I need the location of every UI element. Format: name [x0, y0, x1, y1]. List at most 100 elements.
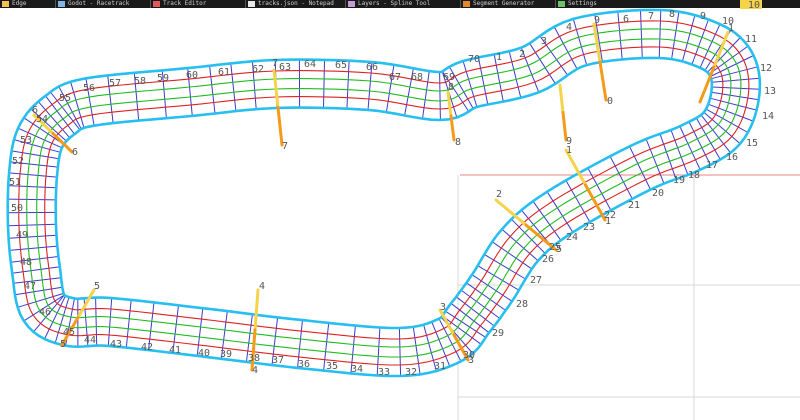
marker-number: 7: [282, 141, 288, 152]
marker-number: 5: [556, 244, 562, 255]
track-rung: [14, 286, 63, 296]
segment-number: 26: [542, 254, 554, 265]
marker-number: 1: [566, 145, 572, 156]
track-rung: [711, 86, 760, 90]
segment-number: 70: [468, 54, 480, 65]
track-rungs: [7, 9, 760, 377]
segment-number: 35: [326, 361, 338, 372]
marker-number: 2: [496, 189, 502, 200]
marker-handle: [558, 83, 565, 114]
track-rung: [617, 11, 623, 60]
segment-number: 60: [186, 70, 198, 81]
segment-number: 32: [405, 367, 417, 378]
track-rung: [125, 299, 132, 348]
segment-number: 29: [492, 328, 504, 339]
track-rung: [9, 245, 58, 251]
segment-number: 44: [84, 335, 96, 346]
track-border-inner: [6, 8, 762, 378]
segment-number: 39: [220, 349, 232, 360]
track-viewport[interactable]: 56 57 58 59 60 61 627 63 64 65 6667 68 69870 1 2349 6 7 8…: [0, 0, 800, 420]
segment-number: 43: [110, 339, 122, 350]
track-rung: [10, 256, 59, 263]
marker-number: 6: [72, 147, 78, 158]
segment-number: 64: [304, 59, 316, 70]
track-rung: [645, 138, 665, 184]
segment-number: 38: [248, 353, 260, 364]
segment-number: 48: [20, 257, 32, 268]
segment-number: 7: [648, 11, 654, 22]
track-rung: [681, 14, 696, 62]
segment-number: 59: [157, 73, 169, 84]
marker-handle: [272, 68, 280, 109]
segment-number: 68: [411, 72, 423, 83]
segment-number: 6: [623, 14, 629, 25]
segment-number: 56: [83, 83, 95, 94]
marker-number: 0: [607, 96, 613, 107]
segment-number: 40: [198, 348, 210, 359]
marker-line: [598, 60, 608, 102]
track-rung: [679, 126, 701, 170]
track-rung: [230, 63, 237, 112]
segment-number: 49: [16, 230, 28, 241]
track-rung: [422, 71, 430, 119]
segment-number: 51: [9, 177, 21, 188]
marker-handle: [446, 90, 453, 118]
track-rung: [398, 327, 402, 377]
track-rung: [439, 71, 441, 121]
track-rung: [711, 77, 760, 83]
marker-number: 6: [32, 105, 38, 116]
track-rung: [658, 9, 662, 59]
marker-line: [449, 114, 456, 142]
marker-number: 8: [455, 137, 461, 148]
segment-number: 13: [764, 86, 776, 97]
segment-number: 41: [169, 345, 181, 356]
marker-number: 1: [728, 23, 734, 34]
segment-number: 58: [134, 76, 146, 87]
marker-handle: [253, 288, 260, 332]
segment-number: 36: [298, 359, 310, 370]
segment-number: 66: [366, 62, 378, 73]
track-editor-window: Edge Godot - Racetrack Track Editor tracks.…: [0, 0, 800, 420]
segment-number: 8: [669, 9, 675, 20]
segment-number: 16: [726, 152, 738, 163]
marker-number: 4: [259, 281, 265, 292]
track-rung: [709, 97, 757, 111]
track-rung: [711, 91, 759, 101]
segment-number: 28: [516, 299, 528, 310]
segment-number: 17: [706, 160, 718, 171]
marker-number: 3: [468, 355, 474, 366]
segment-number: 42: [141, 342, 153, 353]
segment-number: 62: [252, 64, 264, 75]
segment-number: 57: [109, 78, 121, 89]
track-rung: [640, 10, 643, 59]
track-border-outer: [54, 56, 714, 330]
marker-number: 1: [605, 216, 611, 227]
track-rung: [7, 223, 57, 227]
segment-number: 2: [519, 49, 525, 60]
track-rung: [501, 228, 539, 262]
segment-number: 15: [746, 138, 758, 149]
marker-number: 4: [252, 365, 258, 376]
segment-number: 65: [335, 60, 347, 71]
segment-number: 9: [700, 11, 706, 22]
segment-number: 33: [378, 367, 390, 378]
segment-number: 67: [389, 72, 401, 83]
segment-number: 1: [496, 52, 502, 63]
segment-number: 24: [566, 232, 578, 243]
segment-number: 53: [20, 135, 32, 146]
segment-number: 37: [272, 355, 284, 366]
segment-number: 55: [59, 93, 71, 104]
track-rung: [7, 198, 56, 201]
segment-number: 12: [760, 63, 772, 74]
track-rung: [346, 60, 350, 109]
track-rung: [209, 65, 216, 114]
segment-number: 18: [688, 170, 700, 181]
marker-number: 3: [440, 302, 446, 313]
segment-number: 7: [272, 58, 278, 69]
segment-number: 14: [762, 111, 774, 122]
segment-number: 34: [351, 364, 363, 375]
marker-number: 5: [94, 281, 100, 292]
segment-number: 3: [541, 36, 547, 47]
marker-handle: [76, 288, 96, 319]
track-rung: [13, 277, 62, 284]
